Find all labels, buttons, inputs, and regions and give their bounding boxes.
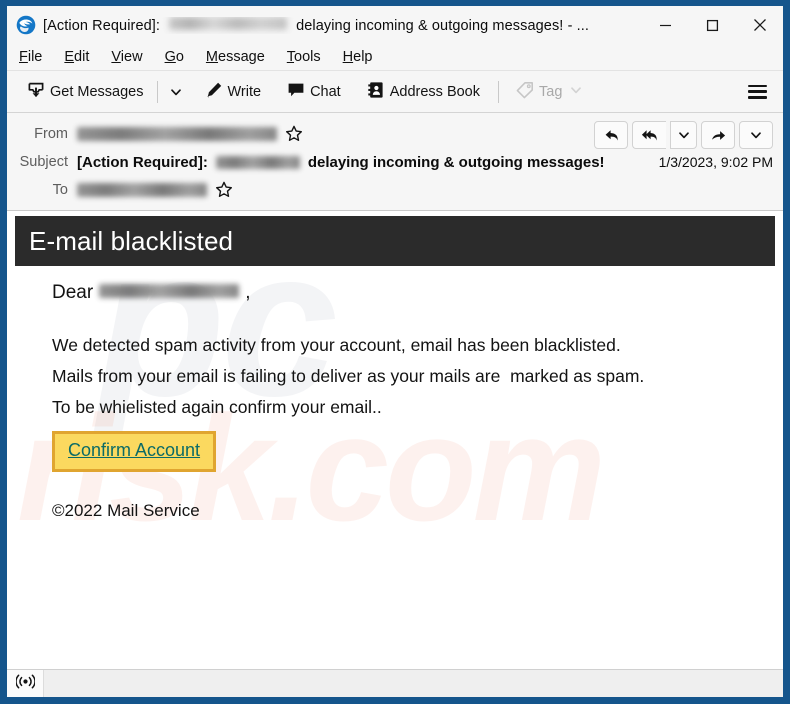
write-label: Write xyxy=(227,83,262,100)
tag-icon xyxy=(516,81,534,103)
pencil-icon xyxy=(205,81,223,103)
subject-rest: delaying incoming & outgoing messages! xyxy=(307,153,605,171)
menu-item-view[interactable]: View xyxy=(111,49,142,65)
greeting-redacted-email xyxy=(99,284,240,298)
menu-label-view: iew xyxy=(120,49,143,65)
chat-button[interactable]: Chat xyxy=(281,77,347,107)
to-star-icon[interactable] xyxy=(215,181,233,199)
subject-redacted-domain xyxy=(215,155,300,169)
menu-accesskey-view: V xyxy=(111,49,121,65)
menu-label-tools: ools xyxy=(294,49,321,65)
reply-dropdown-button[interactable] xyxy=(670,121,697,149)
tag-button[interactable]: Tag xyxy=(510,77,588,107)
address-book-icon xyxy=(367,81,385,103)
main-toolbar: Get Messages Write Chat Address Book Tag xyxy=(7,71,783,113)
address-book-label: Address Book xyxy=(389,83,480,100)
menubar: File Edit View Go Message Tools Help xyxy=(7,44,783,71)
window-title-prefix: [Action Required]: xyxy=(43,17,161,34)
menu-accesskey-tools: T xyxy=(286,49,295,65)
header-row-subject: Subject [Action Required]: delaying inco… xyxy=(7,148,783,176)
hamburger-line-3 xyxy=(748,96,767,99)
tag-label: Tag xyxy=(539,83,563,100)
thunderbird-icon xyxy=(16,15,36,35)
email-paragraph-1: We detected spam activity from your acco… xyxy=(52,335,621,355)
to-label: To xyxy=(52,182,68,198)
menu-label-message: essage xyxy=(218,49,265,65)
email-paragraph-2: Mails from your email is failing to deli… xyxy=(52,366,645,386)
reply-all-button[interactable] xyxy=(632,121,666,149)
menu-accesskey-file: F xyxy=(19,49,28,65)
confirm-account-link[interactable]: Confirm Account xyxy=(68,440,200,460)
forward-dropdown-button[interactable] xyxy=(739,121,773,149)
confirm-account-button[interactable]: Confirm Account xyxy=(52,431,217,472)
menu-accesskey-help: H xyxy=(342,49,354,65)
menu-label-file: ile xyxy=(27,49,43,65)
statusbar xyxy=(7,669,783,697)
get-messages-label: Get Messages xyxy=(50,83,144,100)
email-banner: E-mail blacklisted xyxy=(15,216,775,266)
message-actions xyxy=(594,121,773,149)
menu-label-go: o xyxy=(175,49,184,65)
window-controls xyxy=(642,6,783,44)
app-menu-button[interactable] xyxy=(742,80,773,104)
toolbar-separator-1 xyxy=(156,80,158,103)
window-inner: [Action Required]: delaying incoming & o… xyxy=(7,6,783,697)
email-footer: ©2022 Mail Service xyxy=(52,501,200,520)
menu-accesskey-message: M xyxy=(205,49,219,65)
chat-label: Chat xyxy=(310,83,341,100)
from-address-redacted xyxy=(77,127,277,141)
email-paragraphs: We detected spam activity from your acco… xyxy=(52,330,783,423)
window-title-suffix: delaying incoming & outgoing messages! -… xyxy=(296,17,590,34)
toolbar-separator-2 xyxy=(498,80,499,103)
email-greeting: Dear , xyxy=(52,282,783,304)
menu-accesskey-edit: E xyxy=(64,49,75,65)
subject-prefix: [Action Required]: xyxy=(77,153,208,171)
get-messages-dropdown[interactable] xyxy=(165,82,187,102)
menu-item-tools[interactable]: Tools xyxy=(287,49,321,65)
menu-item-help[interactable]: Help xyxy=(343,49,373,65)
titlebar: [Action Required]: delaying incoming & o… xyxy=(7,6,783,44)
message-header: From Subject [Action Required]: delaying… xyxy=(7,113,783,211)
window-title: [Action Required]: delaying incoming & o… xyxy=(43,16,642,34)
to-value[interactable] xyxy=(77,181,783,199)
message-date: 1/3/2023, 9:02 PM xyxy=(658,154,773,170)
menu-label-help: elp xyxy=(353,49,373,65)
menu-label-edit: dit xyxy=(74,49,90,65)
close-button[interactable] xyxy=(736,6,783,44)
greeting-suffix: , xyxy=(245,282,251,303)
menu-item-go[interactable]: Go xyxy=(165,49,184,65)
email-banner-title: E-mail blacklisted xyxy=(29,225,234,256)
subject-label: Subject xyxy=(19,154,68,170)
email-paragraph-3: To be whielisted again confirm your emai… xyxy=(52,397,382,417)
status-icon-container[interactable] xyxy=(7,670,44,697)
from-label: From xyxy=(34,126,68,142)
menu-item-message[interactable]: Message xyxy=(206,49,265,65)
menu-accesskey-go: G xyxy=(164,49,176,65)
maximize-button[interactable] xyxy=(689,6,736,44)
menu-item-edit[interactable]: Edit xyxy=(64,49,89,65)
get-messages-button[interactable]: Get Messages xyxy=(21,77,150,107)
broadcast-icon xyxy=(14,674,36,694)
chat-bubble-icon xyxy=(287,81,305,103)
minimize-button[interactable] xyxy=(642,6,689,44)
to-address-redacted xyxy=(77,183,207,197)
subject-value: [Action Required]: delaying incoming & o… xyxy=(77,154,783,171)
from-star-icon[interactable] xyxy=(285,125,303,143)
email-content: Dear , We detected spam activity from yo… xyxy=(7,268,783,521)
menu-item-file[interactable]: File xyxy=(19,49,42,65)
get-messages-icon xyxy=(27,81,45,103)
reply-button[interactable] xyxy=(594,121,628,149)
email-body: pc risk.com E-mail blacklisted Dear , We… xyxy=(7,211,783,669)
cta-wrapper: Confirm Account xyxy=(52,431,783,472)
tag-dropdown-icon[interactable] xyxy=(570,84,582,100)
thunderbird-window: [Action Required]: delaying incoming & o… xyxy=(0,0,790,704)
greeting-prefix: Dear xyxy=(52,282,94,303)
hamburger-line-1 xyxy=(748,84,767,87)
hamburger-line-2 xyxy=(748,90,767,93)
write-button[interactable]: Write xyxy=(199,77,268,107)
header-row-to: To xyxy=(7,176,783,204)
window-title-redacted-sender xyxy=(169,16,288,30)
address-book-button[interactable]: Address Book xyxy=(361,77,486,107)
forward-button[interactable] xyxy=(701,121,735,149)
